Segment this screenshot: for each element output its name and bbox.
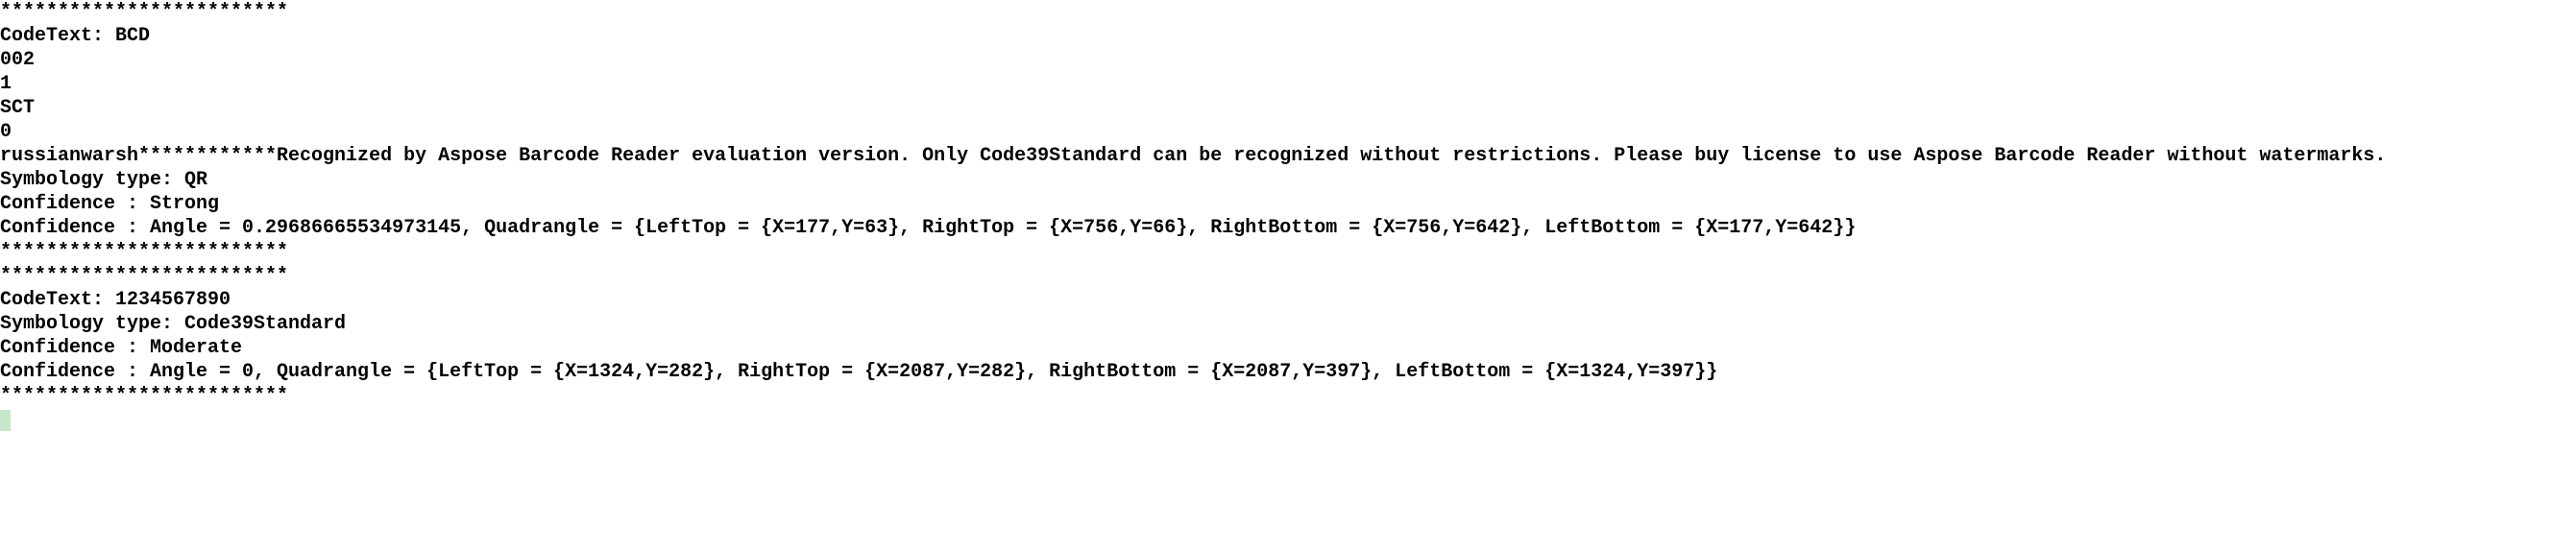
cursor-icon <box>0 410 11 431</box>
line-16: ************************* <box>0 385 288 407</box>
line-15: Confidence : Angle = 0, Quadrangle = {Le… <box>0 361 1717 383</box>
line-10: ************************* <box>0 241 288 263</box>
line-0: ************************* <box>0 1 288 23</box>
console-output: ************************* CodeText: BCD … <box>0 0 2576 432</box>
line-7: Symbology type: QR <box>0 169 207 191</box>
line-5: 0 <box>0 121 12 143</box>
line-4: SCT <box>0 97 35 119</box>
line-9: Confidence : Angle = 0.29686665534973145… <box>0 217 1856 239</box>
line-14: Confidence : Moderate <box>0 337 242 359</box>
line-1: CodeText: BCD <box>0 25 150 47</box>
line-2: 002 <box>0 49 35 71</box>
line-6: russianwarsh************Recognized by As… <box>0 145 2386 167</box>
line-11: ************************* <box>0 265 288 287</box>
line-13: Symbology type: Code39Standard <box>0 313 346 335</box>
line-12: CodeText: 1234567890 <box>0 289 231 311</box>
line-8: Confidence : Strong <box>0 193 219 215</box>
line-3: 1 <box>0 73 12 95</box>
